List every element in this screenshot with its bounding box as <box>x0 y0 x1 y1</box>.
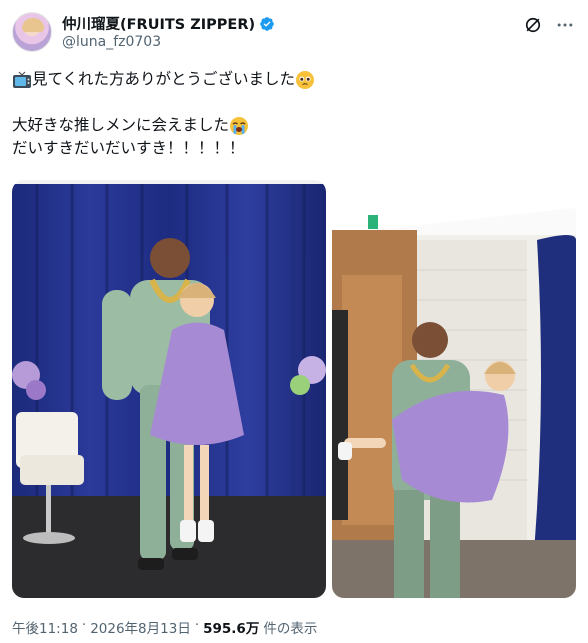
meta-separator-2: · <box>194 617 200 633</box>
tweet-line-2: 大好きな推しメンに会えました <box>12 114 576 137</box>
grok-icon[interactable] <box>522 14 544 36</box>
author-handle[interactable]: @luna_fz0703 <box>62 34 161 50</box>
tweet-media <box>12 180 576 598</box>
author-name-row: 仲川瑠夏(FRUITS ZIPPER) <box>62 13 275 34</box>
tweet-meta: 午後11:18 · 2026年8月13日 · 595.6万 件の表示 <box>12 617 317 637</box>
tweet-header: 仲川瑠夏(FRUITS ZIPPER) @luna_fz0703 <box>12 10 576 56</box>
verified-badge-icon <box>260 16 274 31</box>
tweet-line-1-text: 見てくれた方ありがとうございました <box>32 70 296 88</box>
display-name[interactable]: 仲川瑠夏(FRUITS ZIPPER) <box>62 13 255 34</box>
loudly-crying-face-emoji <box>230 116 249 135</box>
tv-emoji <box>13 71 31 88</box>
tweet-time[interactable]: 午後11:18 <box>12 617 78 637</box>
meta-separator: · <box>81 617 87 633</box>
views-label: 件の表示 <box>263 621 318 637</box>
tweet-line-3-text: だいすきだいだいすき！！！！！ <box>12 139 245 157</box>
profile-avatar[interactable] <box>12 12 52 52</box>
photo-1[interactable] <box>12 180 326 598</box>
more-icon[interactable] <box>554 14 576 36</box>
tweet-text: 見てくれた方ありがとうございました 大好きな推しメンに会えました だいすきだいだ… <box>12 68 576 160</box>
tweet-line-3: だいすきだいだいすき！！！！！ <box>12 137 576 160</box>
tweet-line-2-text: 大好きな推しメンに会えました <box>12 116 230 134</box>
photo-2[interactable] <box>332 180 576 598</box>
views-count: 595.6万 <box>203 621 260 637</box>
pleading-face-emoji <box>296 70 315 89</box>
tweet-line-1: 見てくれた方ありがとうございました <box>12 68 576 91</box>
tweet-date[interactable]: 2026年8月13日 <box>90 617 191 637</box>
